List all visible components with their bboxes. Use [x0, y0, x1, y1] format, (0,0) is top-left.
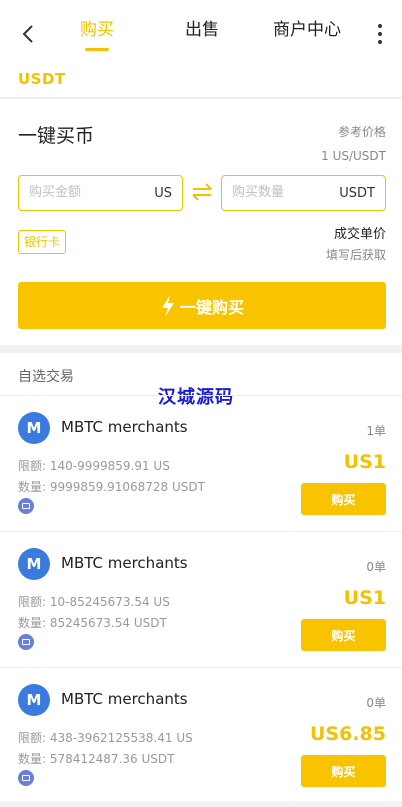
bank-card-icon	[18, 770, 34, 786]
buy-button[interactable]: 购买	[301, 483, 386, 515]
coin-label[interactable]: USDT	[18, 70, 66, 88]
swap-arrows-icon[interactable]	[191, 183, 213, 201]
deal-price-hint: 填写后获取	[325, 248, 386, 262]
avatar: M	[18, 684, 50, 716]
buy-button[interactable]: 购买	[301, 619, 386, 651]
tab-merchant-center[interactable]: 商户中心	[273, 19, 341, 41]
avatar: M	[18, 548, 50, 580]
quick-buy-button[interactable]: 一键购买	[18, 282, 386, 329]
merchant-name[interactable]: MBTC merchants	[61, 418, 188, 436]
order-count: 0单	[366, 560, 386, 574]
limit-range: 限额: 140-9999859.91 US	[18, 459, 170, 473]
bank-card-icon	[18, 498, 34, 514]
merchant-list: 自选交易 汉城源码 M MBTC merchants 1单 限额: 140-99…	[0, 353, 402, 801]
quick-buy-label: 一键购买	[179, 297, 244, 317]
quantity-input[interactable]	[232, 185, 337, 200]
order-count: 0单	[366, 696, 386, 710]
amount-field: US	[18, 175, 183, 211]
order-count: 1单	[366, 424, 386, 438]
amount-unit: US	[154, 186, 172, 201]
tab-buy[interactable]: 购买	[80, 19, 114, 41]
merchant-name[interactable]: MBTC merchants	[61, 554, 188, 572]
quick-buy-panel: 一键买币 参考价格 1 US/USDT US USDT 银行卡 成交单价 填写后…	[0, 99, 402, 345]
limit-range: 限额: 10-85245673.54 US	[18, 595, 170, 609]
coin-row: USDT	[0, 62, 402, 98]
available-quantity: 数量: 85245673.54 USDT	[18, 616, 167, 630]
merchant-card: M MBTC merchants 0单 限额: 438-3962125538.4…	[0, 668, 402, 804]
avatar: M	[18, 412, 50, 444]
unit-price: US1	[343, 451, 386, 473]
active-tab-indicator	[85, 48, 109, 51]
tab-sell[interactable]: 出售	[185, 19, 219, 41]
unit-price: US6.85	[310, 723, 386, 745]
more-menu-icon[interactable]	[373, 24, 387, 46]
merchant-card: M MBTC merchants 0单 限额: 10-85245673.54 U…	[0, 532, 402, 668]
payment-method-tag[interactable]: 银行卡	[18, 230, 67, 254]
limit-range: 限额: 438-3962125538.41 US	[18, 731, 193, 745]
bank-card-icon	[18, 634, 34, 650]
unit-price: US1	[343, 587, 386, 609]
reference-price-label: 参考价格	[337, 125, 386, 139]
available-quantity: 数量: 9999859.91068728 USDT	[18, 480, 205, 494]
list-title: 自选交易	[18, 369, 74, 385]
quantity-unit: USDT	[339, 186, 375, 201]
quick-buy-title: 一键买币	[18, 125, 95, 147]
amount-input[interactable]	[29, 185, 134, 200]
reference-price-value: 1 US/USDT	[321, 149, 386, 163]
lightning-icon	[161, 294, 174, 317]
quantity-field: USDT	[221, 175, 386, 211]
top-nav: 购买 出售 商户中心	[0, 0, 402, 62]
merchant-name[interactable]: MBTC merchants	[61, 690, 188, 708]
merchant-card: M MBTC merchants 1单 限额: 140-9999859.91 U…	[0, 396, 402, 532]
deal-price-label: 成交单价	[333, 227, 386, 242]
back-arrow-icon[interactable]	[18, 22, 40, 46]
available-quantity: 数量: 578412487.36 USDT	[18, 752, 175, 766]
buy-button[interactable]: 购买	[301, 755, 386, 787]
